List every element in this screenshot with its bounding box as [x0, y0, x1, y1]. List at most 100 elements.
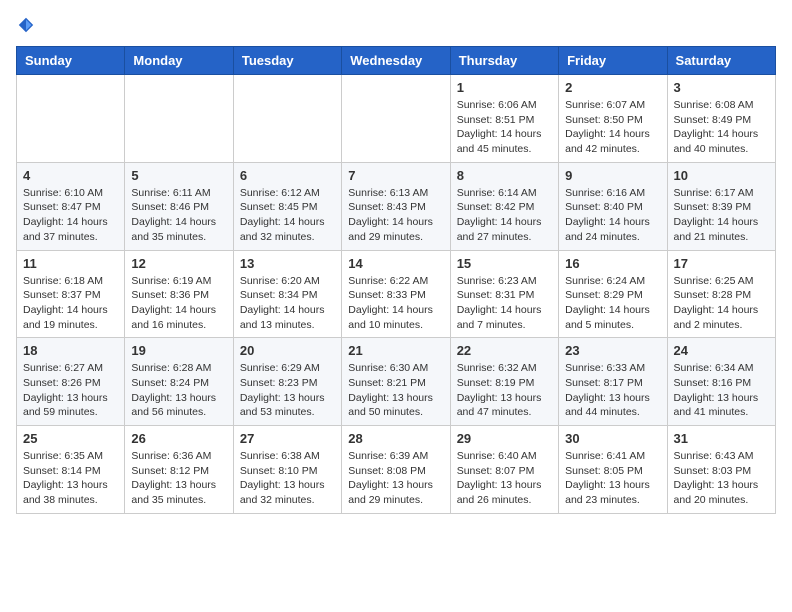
calendar-cell: 14 Sunrise: 6:22 AM Sunset: 8:33 PM Dayli… — [342, 250, 450, 338]
calendar-cell: 15 Sunrise: 6:23 AM Sunset: 8:31 PM Dayli… — [450, 250, 558, 338]
day-info: Sunrise: 6:17 AM Sunset: 8:39 PM Dayligh… — [674, 186, 769, 245]
calendar-cell: 31 Sunrise: 6:43 AM Sunset: 8:03 PM Dayli… — [667, 426, 775, 514]
calendar-cell: 30 Sunrise: 6:41 AM Sunset: 8:05 PM Dayli… — [559, 426, 667, 514]
day-info: Sunrise: 6:07 AM Sunset: 8:50 PM Dayligh… — [565, 98, 660, 157]
day-number: 29 — [457, 431, 552, 446]
calendar-cell: 22Sunrise: 6:32 AM Sunset: 8:19 PM Dayli… — [450, 338, 558, 426]
day-info: Sunrise: 6:32 AM Sunset: 8:19 PM Dayligh… — [457, 361, 552, 420]
day-number: 30 — [565, 431, 660, 446]
day-info: Sunrise: 6:41 AM Sunset: 8:05 PM Dayligh… — [565, 449, 660, 508]
day-info: Sunrise: 6:34 AM Sunset: 8:16 PM Dayligh… — [674, 361, 769, 420]
week-row-2: 11 Sunrise: 6:18 AM Sunset: 8:37 PM Dayli… — [17, 250, 776, 338]
logo — [16, 16, 36, 34]
calendar-cell: 20 Sunrise: 6:29 AM Sunset: 8:23 PM Dayli… — [233, 338, 341, 426]
day-info: Sunrise: 6:08 AM Sunset: 8:49 PM Dayligh… — [674, 98, 769, 157]
day-number: 28 — [348, 431, 443, 446]
day-info: Sunrise: 6:11 AM Sunset: 8:46 PM Dayligh… — [131, 186, 226, 245]
day-number: 4 — [23, 168, 118, 183]
calendar-cell: 21 Sunrise: 6:30 AM Sunset: 8:21 PM Dayli… — [342, 338, 450, 426]
calendar-cell: 16 Sunrise: 6:24 AM Sunset: 8:29 PM Dayli… — [559, 250, 667, 338]
calendar-cell: 26 Sunrise: 6:36 AM Sunset: 8:12 PM Dayli… — [125, 426, 233, 514]
weekday-thursday: Thursday — [450, 47, 558, 75]
day-number: 3 — [674, 80, 769, 95]
calendar-cell: 2Sunrise: 6:07 AM Sunset: 8:50 PM Daylig… — [559, 75, 667, 163]
calendar-cell: 5 Sunrise: 6:11 AM Sunset: 8:46 PM Daylig… — [125, 162, 233, 250]
day-info: Sunrise: 6:33 AM Sunset: 8:17 PM Dayligh… — [565, 361, 660, 420]
day-info: Sunrise: 6:25 AM Sunset: 8:28 PM Dayligh… — [674, 274, 769, 333]
day-info: Sunrise: 6:43 AM Sunset: 8:03 PM Dayligh… — [674, 449, 769, 508]
calendar-cell: 18Sunrise: 6:27 AM Sunset: 8:26 PM Dayli… — [17, 338, 125, 426]
day-number: 17 — [674, 256, 769, 271]
day-number: 14 — [348, 256, 443, 271]
day-info: Sunrise: 6:29 AM Sunset: 8:23 PM Dayligh… — [240, 361, 335, 420]
day-number: 13 — [240, 256, 335, 271]
day-number: 5 — [131, 168, 226, 183]
weekday-sunday: Sunday — [17, 47, 125, 75]
calendar-cell: 3 Sunrise: 6:08 AM Sunset: 8:49 PM Daylig… — [667, 75, 775, 163]
calendar-cell: 1Sunrise: 6:06 AM Sunset: 8:51 PM Daylig… — [450, 75, 558, 163]
weekday-wednesday: Wednesday — [342, 47, 450, 75]
day-info: Sunrise: 6:13 AM Sunset: 8:43 PM Dayligh… — [348, 186, 443, 245]
day-info: Sunrise: 6:14 AM Sunset: 8:42 PM Dayligh… — [457, 186, 552, 245]
day-info: Sunrise: 6:30 AM Sunset: 8:21 PM Dayligh… — [348, 361, 443, 420]
week-row-3: 18Sunrise: 6:27 AM Sunset: 8:26 PM Dayli… — [17, 338, 776, 426]
weekday-monday: Monday — [125, 47, 233, 75]
calendar-body: 1Sunrise: 6:06 AM Sunset: 8:51 PM Daylig… — [17, 75, 776, 514]
day-info: Sunrise: 6:35 AM Sunset: 8:14 PM Dayligh… — [23, 449, 118, 508]
day-info: Sunrise: 6:22 AM Sunset: 8:33 PM Dayligh… — [348, 274, 443, 333]
day-info: Sunrise: 6:20 AM Sunset: 8:34 PM Dayligh… — [240, 274, 335, 333]
day-info: Sunrise: 6:28 AM Sunset: 8:24 PM Dayligh… — [131, 361, 226, 420]
day-number: 8 — [457, 168, 552, 183]
calendar-cell: 6 Sunrise: 6:12 AM Sunset: 8:45 PM Daylig… — [233, 162, 341, 250]
day-info: Sunrise: 6:10 AM Sunset: 8:47 PM Dayligh… — [23, 186, 118, 245]
day-number: 20 — [240, 343, 335, 358]
day-info: Sunrise: 6:12 AM Sunset: 8:45 PM Dayligh… — [240, 186, 335, 245]
calendar-cell: 29 Sunrise: 6:40 AM Sunset: 8:07 PM Dayli… — [450, 426, 558, 514]
calendar-cell: 24 Sunrise: 6:34 AM Sunset: 8:16 PM Dayli… — [667, 338, 775, 426]
day-info: Sunrise: 6:23 AM Sunset: 8:31 PM Dayligh… — [457, 274, 552, 333]
weekday-header-row: SundayMondayTuesdayWednesdayThursdayFrid… — [17, 47, 776, 75]
calendar-cell: 19Sunrise: 6:28 AM Sunset: 8:24 PM Dayli… — [125, 338, 233, 426]
day-number: 21 — [348, 343, 443, 358]
day-info: Sunrise: 6:40 AM Sunset: 8:07 PM Dayligh… — [457, 449, 552, 508]
calendar-cell: 11 Sunrise: 6:18 AM Sunset: 8:37 PM Dayli… — [17, 250, 125, 338]
calendar-cell: 25 Sunrise: 6:35 AM Sunset: 8:14 PM Dayli… — [17, 426, 125, 514]
calendar-cell: 12 Sunrise: 6:19 AM Sunset: 8:36 PM Dayli… — [125, 250, 233, 338]
calendar-cell: 23 Sunrise: 6:33 AM Sunset: 8:17 PM Dayli… — [559, 338, 667, 426]
calendar-table: SundayMondayTuesdayWednesdayThursdayFrid… — [16, 46, 776, 514]
day-number: 31 — [674, 431, 769, 446]
day-number: 16 — [565, 256, 660, 271]
week-row-0: 1Sunrise: 6:06 AM Sunset: 8:51 PM Daylig… — [17, 75, 776, 163]
day-info: Sunrise: 6:18 AM Sunset: 8:37 PM Dayligh… — [23, 274, 118, 333]
weekday-tuesday: Tuesday — [233, 47, 341, 75]
calendar-cell — [233, 75, 341, 163]
day-number: 6 — [240, 168, 335, 183]
day-number: 25 — [23, 431, 118, 446]
week-row-1: 4 Sunrise: 6:10 AM Sunset: 8:47 PM Daylig… — [17, 162, 776, 250]
day-number: 10 — [674, 168, 769, 183]
calendar-cell — [342, 75, 450, 163]
calendar-cell — [17, 75, 125, 163]
day-number: 15 — [457, 256, 552, 271]
calendar-cell: 9Sunrise: 6:16 AM Sunset: 8:40 PM Daylig… — [559, 162, 667, 250]
day-number: 11 — [23, 256, 118, 271]
day-number: 1 — [457, 80, 552, 95]
day-info: Sunrise: 6:24 AM Sunset: 8:29 PM Dayligh… — [565, 274, 660, 333]
day-info: Sunrise: 6:16 AM Sunset: 8:40 PM Dayligh… — [565, 186, 660, 245]
day-info: Sunrise: 6:38 AM Sunset: 8:10 PM Dayligh… — [240, 449, 335, 508]
day-number: 27 — [240, 431, 335, 446]
day-number: 24 — [674, 343, 769, 358]
day-info: Sunrise: 6:36 AM Sunset: 8:12 PM Dayligh… — [131, 449, 226, 508]
day-number: 18 — [23, 343, 118, 358]
day-info: Sunrise: 6:19 AM Sunset: 8:36 PM Dayligh… — [131, 274, 226, 333]
page-header — [16, 16, 776, 34]
logo-icon — [17, 16, 35, 34]
day-number: 23 — [565, 343, 660, 358]
calendar-cell: 28Sunrise: 6:39 AM Sunset: 8:08 PM Dayli… — [342, 426, 450, 514]
weekday-friday: Friday — [559, 47, 667, 75]
day-number: 26 — [131, 431, 226, 446]
day-number: 7 — [348, 168, 443, 183]
day-number: 12 — [131, 256, 226, 271]
calendar-cell: 27 Sunrise: 6:38 AM Sunset: 8:10 PM Dayli… — [233, 426, 341, 514]
calendar-cell: 4 Sunrise: 6:10 AM Sunset: 8:47 PM Daylig… — [17, 162, 125, 250]
